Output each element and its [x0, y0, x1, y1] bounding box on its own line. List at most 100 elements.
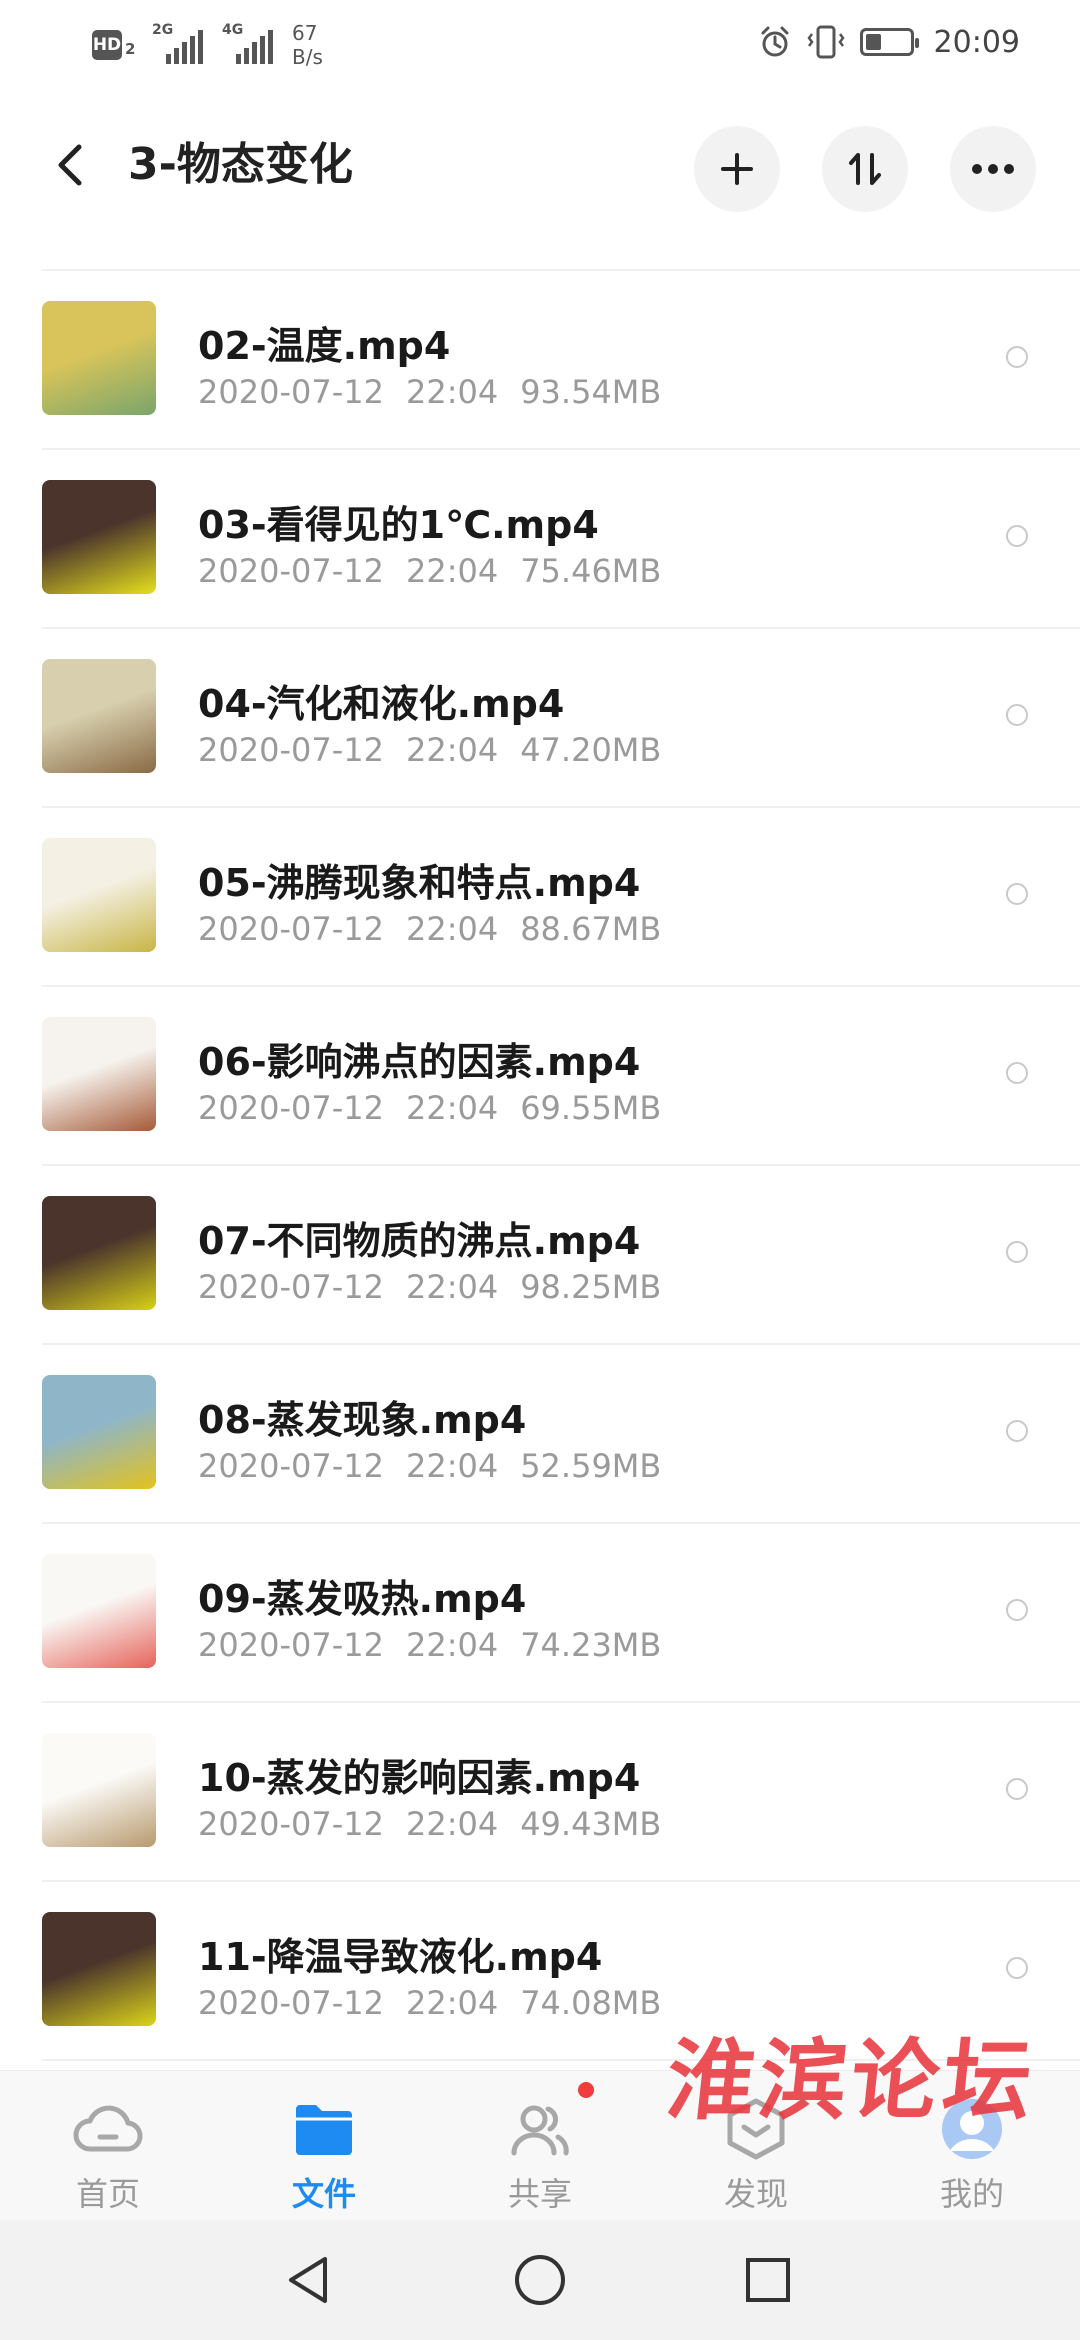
status-right: 20:09 — [758, 20, 1020, 64]
home-nav-icon — [515, 2255, 565, 2305]
signal-icon-sim1: 2G — [152, 22, 208, 64]
tab-home[interactable]: 首页 — [0, 2071, 216, 2221]
file-date: 2020-07-12 — [198, 1447, 384, 1485]
file-date: 2020-07-12 — [198, 1805, 384, 1843]
file-row[interactable]: 04-汽化和液化.mp4 2020-07-12 22:04 47.20MB — [0, 629, 1080, 808]
file-date: 2020-07-12 — [198, 552, 384, 590]
tab-label: 共享 — [507, 2175, 572, 2213]
file-row[interactable]: 10-蒸发的影响因素.mp4 2020-07-12 22:04 49.43MB — [0, 1703, 1080, 1882]
video-thumbnail — [42, 1017, 156, 1131]
file-meta: 2020-07-12 22:04 69.55MB — [198, 1089, 661, 1127]
file-date: 2020-07-12 — [198, 1984, 384, 2022]
status-bar: HD 2 2G 4G 67 B/s 20:09 — [0, 0, 1080, 90]
select-radio[interactable] — [1006, 1420, 1028, 1442]
file-meta: 2020-07-12 22:04 93.54MB — [198, 373, 661, 411]
file-time: 22:04 — [405, 1447, 499, 1485]
file-row[interactable]: 05-沸腾现象和特点.mp4 2020-07-12 22:04 88.67MB — [0, 808, 1080, 987]
file-time: 22:04 — [405, 1805, 499, 1843]
file-time: 22:04 — [405, 910, 499, 948]
file-name: 06-影响沸点的因素.mp4 — [198, 1040, 641, 1084]
more-button[interactable] — [950, 126, 1036, 212]
file-row[interactable]: 02-温度.mp4 2020-07-12 22:04 93.54MB — [0, 271, 1080, 450]
net-speed: 67 B/s — [292, 21, 323, 69]
share-badge-dot — [578, 2082, 594, 2098]
back-nav-icon — [289, 2257, 327, 2303]
back-icon — [58, 144, 82, 186]
file-size: 93.54MB — [520, 373, 662, 411]
page-title: 3-物态变化 — [128, 139, 353, 190]
video-thumbnail — [42, 1375, 156, 1489]
file-date: 2020-07-12 — [198, 1268, 384, 1306]
video-thumbnail — [42, 838, 156, 952]
file-row[interactable]: 2020-07-1222:0452.39MB — [0, 240, 1080, 271]
select-radio[interactable] — [1006, 525, 1028, 547]
file-time: 22:04 — [405, 1984, 499, 2022]
file-size: 74.23MB — [520, 1626, 662, 1664]
select-radio[interactable] — [1006, 704, 1028, 726]
file-meta: 2020-07-12 22:04 49.43MB — [198, 1805, 661, 1843]
video-thumbnail — [42, 1554, 156, 1668]
file-list[interactable]: 2020-07-1222:0452.39MB 02-温度.mp4 2020-07-1… — [0, 240, 1080, 2070]
add-button[interactable] — [694, 126, 780, 212]
file-row[interactable]: 08-蒸发现象.mp4 2020-07-12 22:04 52.59MB — [0, 1345, 1080, 1524]
hd-label: HD — [92, 30, 122, 60]
file-meta: 2020-07-12 22:04 74.23MB — [198, 1626, 661, 1664]
recents-nav-icon — [746, 2258, 790, 2302]
video-thumbnail — [42, 1733, 156, 1847]
nav-back-button[interactable] — [278, 2250, 338, 2310]
file-name: 02-温度.mp4 — [198, 324, 451, 368]
tab-label: 发现 — [723, 2175, 788, 2213]
select-radio[interactable] — [1006, 1241, 1028, 1263]
tab-label: 我的 — [939, 2175, 1004, 2213]
file-name: 05-沸腾现象和特点.mp4 — [198, 861, 641, 905]
file-meta: 2020-07-12 22:04 75.46MB — [198, 552, 661, 590]
file-time: 22:04 — [405, 1089, 499, 1127]
file-time: 22:04 — [405, 1268, 499, 1306]
sort-button[interactable] — [822, 126, 908, 212]
file-date: 2020-07-12 — [198, 910, 384, 948]
video-thumbnail — [42, 1912, 156, 2026]
signal-icon-sim2: 4G — [222, 22, 278, 64]
video-thumbnail — [42, 659, 156, 773]
file-date: 2020-07-12 — [198, 373, 384, 411]
file-size: 69.55MB — [520, 1089, 662, 1127]
file-name: 04-汽化和液化.mp4 — [198, 682, 565, 726]
file-row[interactable]: 09-蒸发吸热.mp4 2020-07-12 22:04 74.23MB — [0, 1524, 1080, 1703]
status-left: HD 2 2G 4G 67 B/s — [92, 18, 323, 72]
file-name: 08-蒸发现象.mp4 — [198, 1398, 527, 1442]
file-row[interactable]: 03-看得见的1℃.mp4 2020-07-12 22:04 75.46MB — [0, 450, 1080, 629]
tab-files[interactable]: 文件 — [216, 2071, 432, 2221]
file-size: 47.20MB — [520, 731, 662, 769]
tab-label: 首页 — [75, 2175, 140, 2213]
nav-recents-button[interactable] — [738, 2250, 798, 2310]
select-radio[interactable] — [1006, 883, 1028, 905]
back-button[interactable] — [50, 135, 90, 195]
file-size: 75.46MB — [520, 552, 662, 590]
tab-share[interactable]: 共享 — [432, 2071, 648, 2221]
add-icon — [721, 153, 753, 185]
file-row[interactable]: 07-不同物质的沸点.mp4 2020-07-12 22:04 98.25MB — [0, 1166, 1080, 1345]
select-radio[interactable] — [1006, 1062, 1028, 1084]
folder-icon — [296, 2105, 352, 2155]
file-size: 98.25MB — [520, 1268, 662, 1306]
select-radio[interactable] — [1006, 1957, 1028, 1979]
file-time: 22:04 — [405, 731, 499, 769]
file-time: 22:04 — [405, 552, 499, 590]
select-radio[interactable] — [1006, 346, 1028, 368]
file-size: 88.67MB — [520, 910, 662, 948]
file-name: 07-不同物质的沸点.mp4 — [198, 1219, 641, 1263]
file-meta: 2020-07-12 22:04 74.08MB — [198, 1984, 661, 2022]
tab-label: 文件 — [291, 2175, 356, 2213]
select-radio[interactable] — [1006, 1778, 1028, 1800]
hd-sub-label: 2 — [125, 40, 136, 58]
file-name: 09-蒸发吸热.mp4 — [198, 1577, 527, 1621]
battery-icon — [859, 28, 919, 56]
file-time: 22:04 — [405, 373, 499, 411]
select-radio[interactable] — [1006, 1599, 1028, 1621]
sort-icon — [849, 153, 881, 185]
hd-icon: HD 2 — [92, 30, 138, 60]
watermark: 淮滨论坛 — [661, 2028, 1041, 2132]
file-row[interactable]: 06-影响沸点的因素.mp4 2020-07-12 22:04 69.55MB — [0, 987, 1080, 1166]
video-thumbnail — [42, 1196, 156, 1310]
nav-home-button[interactable] — [510, 2250, 570, 2310]
